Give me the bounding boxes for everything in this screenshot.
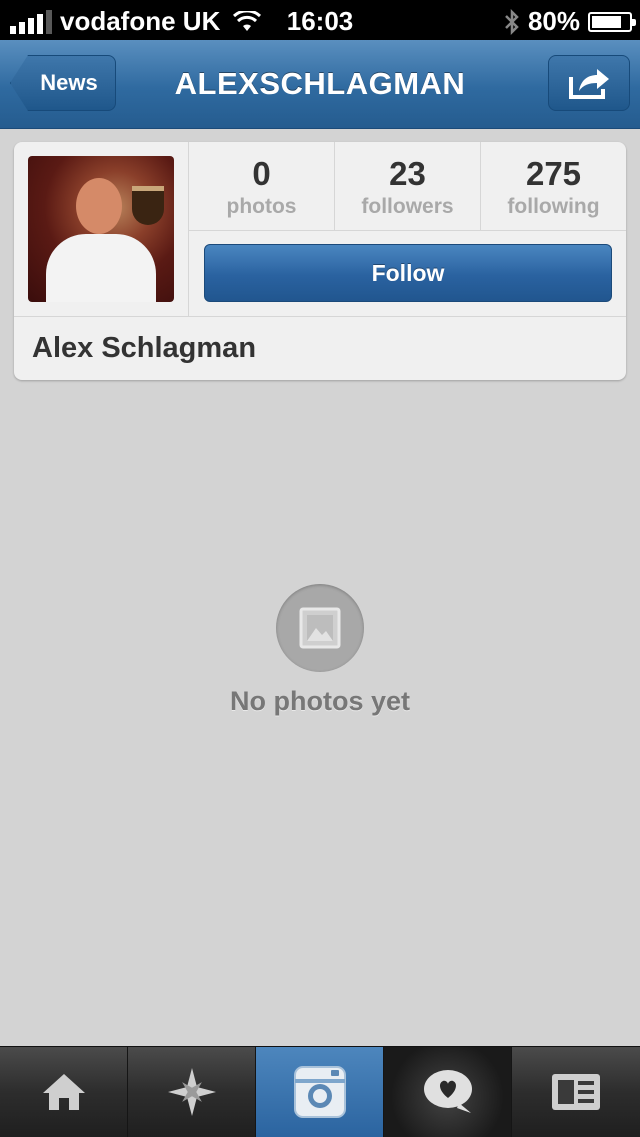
battery-percent: 80%	[527, 6, 580, 36]
share-icon	[567, 65, 611, 101]
tab-explore[interactable]	[128, 1047, 256, 1137]
stat-label: photos	[226, 195, 297, 218]
profile-card: 0 photos 23 followers 275 following Foll…	[14, 142, 626, 380]
stat-following[interactable]: 275 following	[481, 142, 626, 230]
news-icon	[419, 1067, 477, 1117]
stat-value: 275	[525, 155, 582, 192]
stat-value: 0	[252, 155, 271, 192]
tab-profile[interactable]	[512, 1047, 640, 1137]
tab-news[interactable]	[384, 1047, 512, 1137]
no-photos-icon	[276, 584, 364, 672]
stat-followers[interactable]: 23 followers	[335, 142, 481, 230]
follow-button[interactable]: Follow	[204, 244, 612, 302]
tab-bar	[0, 1046, 640, 1137]
status-bar: vodafone UK 16:03 80%	[0, 0, 640, 40]
profile-icon	[550, 1072, 602, 1112]
home-icon	[40, 1071, 88, 1113]
empty-state-text: No photos yet	[230, 686, 410, 716]
share-button[interactable]	[548, 55, 630, 111]
stat-label: following	[507, 195, 600, 218]
tab-camera[interactable]	[256, 1047, 384, 1137]
bluetooth-icon	[504, 8, 520, 35]
tab-home[interactable]	[0, 1047, 128, 1137]
page-title: ALEXSCHLAGMAN	[174, 66, 466, 101]
stat-photos[interactable]: 0 photos	[189, 142, 335, 230]
profile-full-name: Alex Schlagman	[32, 332, 257, 364]
stat-label: followers	[361, 195, 454, 218]
battery-icon	[588, 11, 636, 32]
stat-value: 23	[389, 155, 426, 192]
explore-icon	[166, 1066, 218, 1118]
profile-stats: 0 photos 23 followers 275 following	[189, 142, 626, 230]
avatar[interactable]	[28, 156, 174, 302]
navigation-bar: News ALEXSCHLAGMAN	[0, 40, 640, 129]
camera-icon	[293, 1065, 347, 1119]
